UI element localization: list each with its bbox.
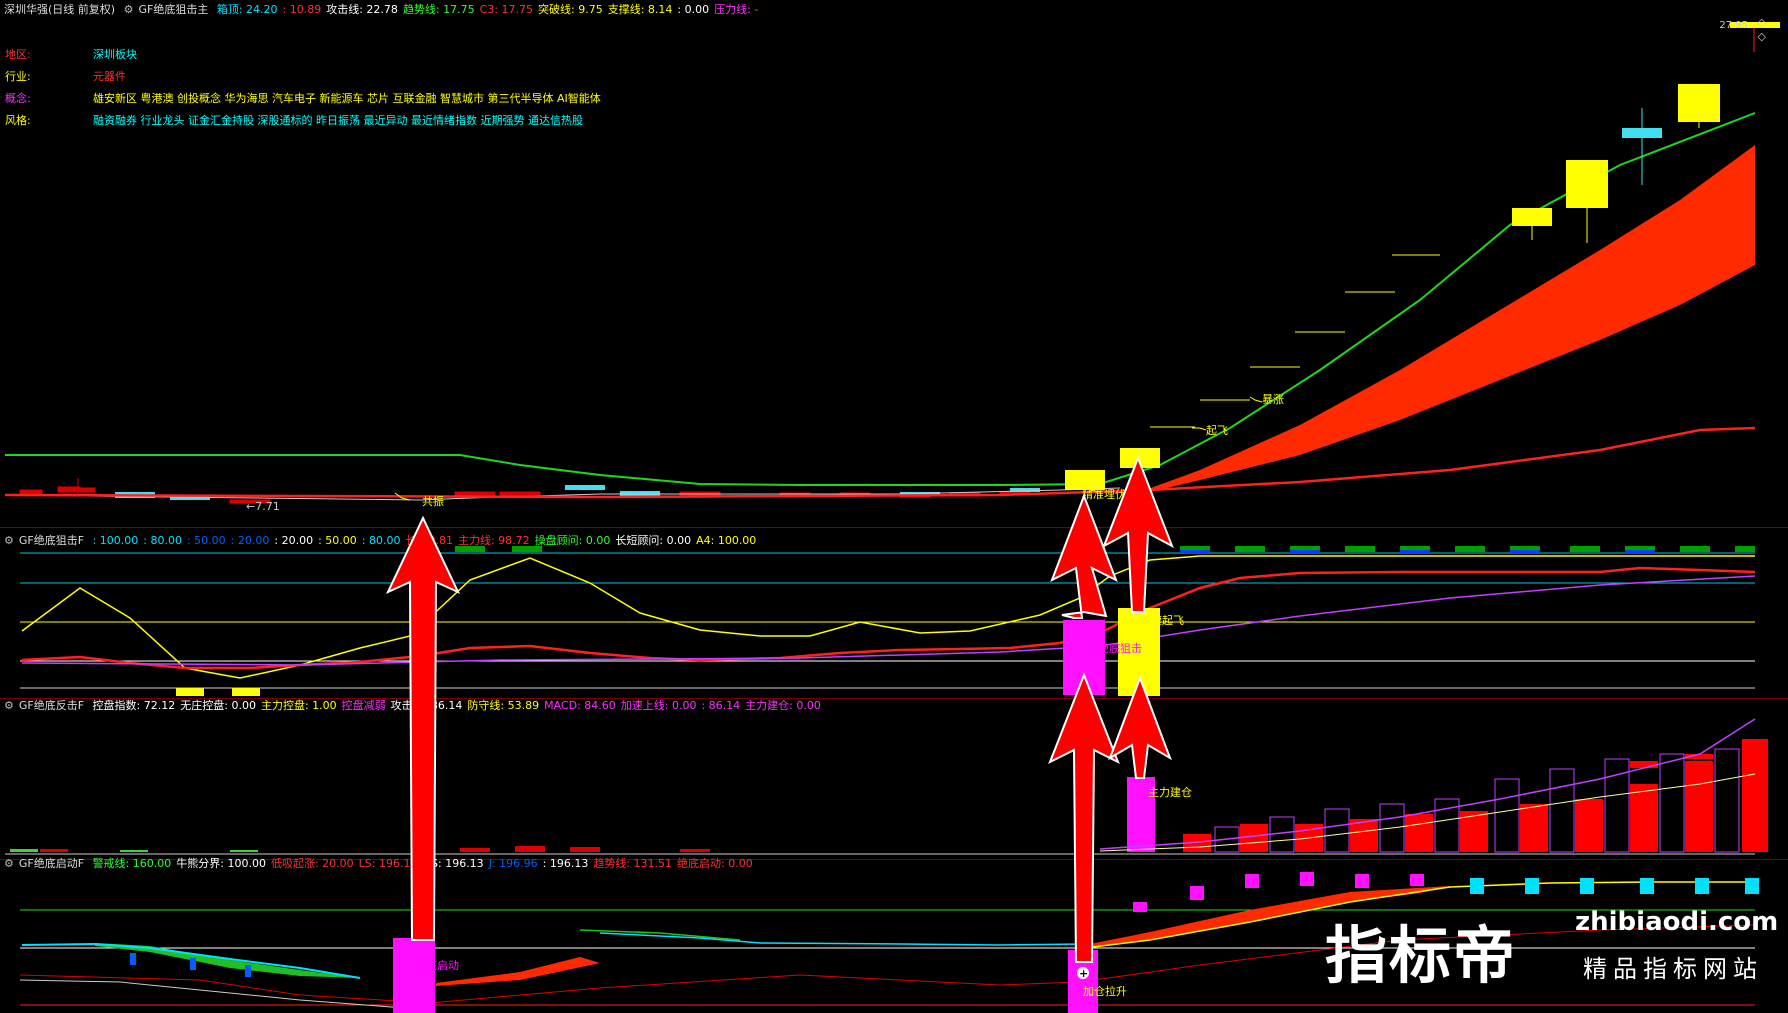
fanji-param-9: 主力建仓: 0.00	[745, 699, 821, 712]
qidong-param-7: 趋势线: 131.51	[593, 857, 673, 870]
main-param-8: 压力线: -	[714, 3, 759, 16]
tag-gongzhen: 共振	[422, 495, 444, 508]
fanji-param-7: 加速上线: 0.00	[620, 699, 697, 712]
fanji-param-8: : 86.14	[701, 699, 741, 712]
main-param-0: 箱顶: 24.20	[216, 3, 278, 16]
indicator-panel-fanji[interactable]: ⚙ GF绝底反击F 控盘指数: 72.12 无庄控盘: 0.00 主力控盘: 1.00…	[0, 699, 1788, 859]
fanji-indicator-name: GF绝底反击F	[18, 699, 85, 712]
juji-param-0: : 100.00	[92, 534, 139, 547]
main-param-6: 支撑线: 8.14	[607, 3, 673, 16]
info-row: 行业: 元器件	[5, 68, 601, 90]
juji-param-9: 主力线: 98.72	[457, 534, 530, 547]
fanji-header: ⚙ GF绝底反击F 控盘指数: 72.12 无庄控盘: 0.00 主力控盘: 1.00…	[4, 699, 831, 713]
qidong-param-4: GS: 196.13	[422, 857, 484, 870]
info-value: 融资融券 行业龙头 证金汇金持股 深股通标的 昨日振荡 最近异动 最近情绪指数 …	[93, 114, 583, 127]
juji-param-4: : 20.00	[274, 534, 314, 547]
juji-param-12: A4: 100.00	[696, 534, 757, 547]
qidong-param-0: 警戒线: 160.00	[92, 857, 172, 870]
info-value: 深圳板块	[93, 48, 137, 61]
stock-title: 深圳华强(日线 前复权)	[4, 3, 116, 16]
qidong-param-2: 低吸起涨: 20.00	[270, 857, 354, 870]
qidong-param-1: 牛熊分界: 100.00	[176, 857, 266, 870]
qidong-param-3: LS: 196.13	[358, 857, 418, 870]
tag-qifei: 起飞	[1206, 424, 1228, 437]
tag-qidong: 绝底启动	[415, 959, 459, 972]
red-band	[1140, 145, 1755, 492]
tag-jiasu-qifei: 加速起飞	[1140, 614, 1184, 627]
info-value: 元器件	[93, 70, 126, 83]
qidong-indicator-name: GF绝底启动F	[18, 857, 85, 870]
fanji-param-6: MACD: 84.60	[544, 699, 616, 712]
main-param-2: 攻击线: 22.78	[326, 3, 398, 16]
settings-icon[interactable]: ⚙	[4, 857, 14, 870]
diamond-icon[interactable]: ◇	[1758, 16, 1766, 29]
qidong-param-6: : 196.13	[542, 857, 589, 870]
tag-baozhang: 暴涨	[1262, 393, 1284, 406]
qidong-param-5: J: 196.96	[488, 857, 538, 870]
price-high-label: 27.95	[1719, 20, 1748, 31]
qidong-param-8: 绝底启动: 0.00	[677, 857, 753, 870]
main-params: 箱顶: 24.20 : 10.89 攻击线: 22.78 趋势线: 17.75 C3: …	[217, 3, 763, 16]
qidong-canvas: +	[19, 872, 1759, 1013]
main-chart-panel[interactable]: 深圳华强(日线 前复权) ⚙ GF绝底狙击主 箱顶: 24.20 : 10.89 攻击…	[0, 0, 1788, 527]
low-price-label: ←7.71	[246, 500, 280, 513]
juji-param-1: : 80.00	[143, 534, 182, 547]
settings-icon[interactable]: ⚙	[4, 699, 14, 712]
fanji-param-4: 攻击线: 86.14	[390, 699, 463, 712]
ma-green	[5, 112, 1756, 486]
qidong-header: ⚙ GF绝底启动F 警戒线: 160.00 牛熊分界: 100.00 低吸起涨: 20…	[4, 857, 763, 871]
main-param-5: 突破线: 9.75	[538, 3, 603, 16]
indicator-panel-qidong[interactable]: + ⚙ GF绝底启动F 警戒线: 160.00 牛熊分界: 100.00 低吸起涨: …	[0, 857, 1788, 1013]
juji-param-8: 80.81	[421, 534, 453, 547]
juji-header: ⚙ GF绝底狙击F : 100.00: 80.00: 50.00: 20.00: …	[4, 534, 766, 548]
ma-red	[4, 426, 1756, 499]
juji-param-11: 长短顾问: 0.00	[615, 534, 692, 547]
fanji-params: 控盘指数: 72.12 无庄控盘: 0.00 主力控盘: 1.00 控盘减弱 攻击线: …	[93, 699, 826, 712]
watermark-url: zhibiaodi.com	[1575, 907, 1779, 937]
juji-param-6: : 80.00	[361, 534, 401, 547]
juji-param-5: : 50.00	[318, 534, 357, 547]
tag-jingzhun: 精准埋伏	[1082, 488, 1126, 501]
juji-param-10: 操盘顾问: 0.00	[534, 534, 611, 547]
main-header: 深圳华强(日线 前复权) ⚙ GF绝底狙击主 箱顶: 24.20 : 10.89 攻击…	[4, 3, 768, 17]
juji-params: : 100.00 : 80.00 : 50.00 : 20.00 : 20.00 : 50…	[93, 534, 762, 547]
tag-jiacang-lasheng: 加仓拉升	[1083, 985, 1127, 998]
watermark-subtitle: 精品指标网站	[1583, 955, 1763, 983]
info-key: 地区:	[5, 48, 31, 61]
fanji-param-3: 控盘减弱	[341, 699, 386, 712]
diamond-icon-2[interactable]: ◇	[1758, 30, 1766, 43]
main-param-7: : 0.00	[677, 3, 710, 16]
juji-param-3: : 20.00	[230, 534, 270, 547]
info-key: 风格:	[5, 114, 31, 127]
info-row: 风格: 融资融券 行业龙头 证金汇金持股 深股通标的 昨日振荡 最近异动 最近情绪…	[5, 112, 601, 134]
main-indicator-name: GF绝底狙击主	[138, 3, 209, 16]
juji-param-7: 长	[405, 534, 417, 547]
juji-param-2: : 50.00	[186, 534, 226, 547]
settings-icon[interactable]: ⚙	[4, 534, 14, 547]
main-param-3: 趋势线: 17.75	[402, 3, 475, 16]
stock-info: 地区: 深圳板块行业: 元器件概念: 雄安新区 粤港澳 创投概念 华为海思 汽车电子 …	[5, 46, 601, 134]
watermark: 指标帝 zhibiaodi.com 精品指标网站	[1325, 905, 1778, 995]
settings-icon[interactable]: ⚙	[124, 3, 134, 16]
info-value: 雄安新区 粤港澳 创投概念 华为海思 汽车电子 新能源车 芯片 互联金融 智慧城…	[93, 92, 601, 105]
fanji-param-0: 控盘指数: 72.12	[92, 699, 176, 712]
fanji-canvas	[5, 718, 1768, 855]
info-row: 概念: 雄安新区 粤港澳 创投概念 华为海思 汽车电子 新能源车 芯片 互联金融 …	[5, 90, 601, 112]
info-key: 概念:	[5, 92, 31, 105]
svg-text:+: +	[1079, 967, 1088, 980]
juji-canvas	[20, 546, 1756, 696]
info-key: 行业:	[5, 70, 31, 83]
watermark-logo-text: 指标帝	[1325, 919, 1518, 992]
tag-zhuli-jiancang: 主力建仓	[1148, 786, 1192, 799]
main-param-1: : 10.89	[282, 3, 322, 16]
indicator-panel-juji[interactable]: ⚙ GF绝底狙击F : 100.00: 80.00: 50.00: 20.00: …	[0, 528, 1788, 698]
main-param-4: C3: 17.75	[479, 3, 534, 16]
juji-indicator-name: GF绝底狙击F	[18, 534, 85, 547]
qidong-params: 警戒线: 160.00 牛熊分界: 100.00 低吸起涨: 20.00 LS: 19…	[93, 857, 758, 870]
fanji-param-2: 主力控盘: 1.00	[260, 699, 337, 712]
info-row: 地区: 深圳板块	[5, 46, 601, 68]
fanji-param-5: 防守线: 53.89	[467, 699, 540, 712]
tag-juji: 绝底狙击	[1098, 642, 1142, 655]
fanji-param-1: 无庄控盘: 0.00	[180, 699, 256, 712]
